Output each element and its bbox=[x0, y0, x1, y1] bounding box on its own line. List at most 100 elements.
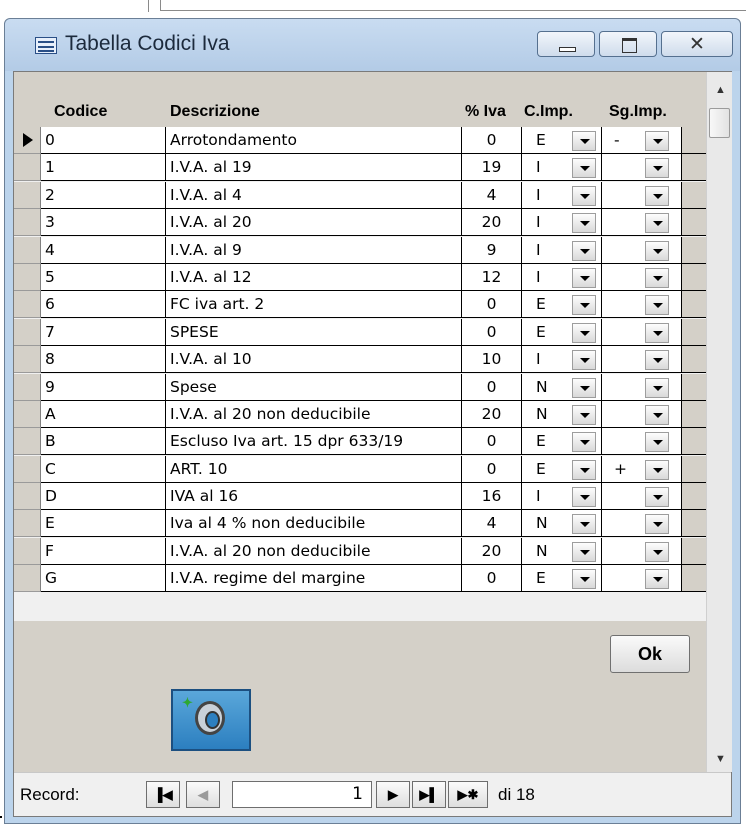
last-record-button[interactable]: ▶▌ bbox=[412, 781, 446, 808]
codice-cell[interactable]: 2 bbox=[41, 181, 166, 209]
iva-cell[interactable]: 10 bbox=[462, 346, 522, 374]
sgimp-combo[interactable] bbox=[602, 373, 682, 401]
ok-button[interactable]: Ok bbox=[610, 635, 690, 673]
dropdown-arrow-icon[interactable] bbox=[572, 404, 596, 425]
cimp-combo[interactable]: E bbox=[522, 455, 602, 483]
first-record-button[interactable]: ▐◀ bbox=[146, 781, 180, 808]
table-row[interactable]: G I.V.A. regime del margine 0 E bbox=[14, 565, 706, 593]
cimp-combo[interactable]: E bbox=[522, 291, 602, 319]
sgimp-combo[interactable] bbox=[602, 400, 682, 428]
codice-cell[interactable]: F bbox=[41, 537, 166, 565]
sgimp-combo[interactable]: + bbox=[602, 455, 682, 483]
dropdown-arrow-icon[interactable] bbox=[572, 213, 596, 234]
record-selector[interactable] bbox=[14, 236, 41, 264]
descrizione-cell[interactable]: I.V.A. regime del margine bbox=[166, 565, 462, 593]
sgimp-combo[interactable] bbox=[602, 154, 682, 182]
record-selector[interactable] bbox=[14, 291, 41, 319]
record-selector[interactable] bbox=[14, 346, 41, 374]
sgimp-combo[interactable] bbox=[602, 483, 682, 511]
codice-cell[interactable]: 0 bbox=[41, 127, 166, 154]
table-row[interactable]: 3 I.V.A. al 20 20 I bbox=[14, 209, 706, 237]
table-row[interactable]: 4 I.V.A. al 99I bbox=[14, 236, 706, 264]
dropdown-arrow-icon[interactable] bbox=[572, 322, 596, 343]
sgimp-combo[interactable] bbox=[602, 565, 682, 593]
dropdown-arrow-icon[interactable] bbox=[645, 131, 669, 151]
descrizione-cell[interactable]: I.V.A. al 12 bbox=[166, 263, 462, 291]
cimp-combo[interactable]: E bbox=[522, 318, 602, 346]
close-button[interactable]: ✕ bbox=[661, 31, 733, 57]
descrizione-cell[interactable]: Escluso Iva art. 15 dpr 633/19 bbox=[166, 428, 462, 456]
cimp-combo[interactable]: E bbox=[522, 565, 602, 593]
sgimp-combo[interactable] bbox=[602, 510, 682, 538]
descrizione-cell[interactable]: SPESE bbox=[166, 318, 462, 346]
iva-cell[interactable]: 0 bbox=[462, 565, 522, 593]
table-row[interactable]: 0 Arrotondamento 0 E - bbox=[14, 127, 706, 154]
sgimp-combo[interactable]: - bbox=[602, 127, 682, 154]
table-row[interactable]: 5 I.V.A. al 12 12 I bbox=[14, 263, 706, 291]
descrizione-cell[interactable]: I.V.A. al 4 bbox=[166, 181, 462, 209]
codice-cell[interactable]: C bbox=[41, 455, 166, 483]
sgimp-combo[interactable] bbox=[602, 428, 682, 456]
iva-cell[interactable]: 4 bbox=[462, 181, 522, 209]
dropdown-arrow-icon[interactable] bbox=[572, 377, 596, 398]
descrizione-cell[interactable]: I.V.A. al 20 bbox=[166, 209, 462, 237]
iva-cell[interactable]: 20 bbox=[462, 209, 522, 237]
dropdown-arrow-icon[interactable] bbox=[645, 158, 669, 179]
table-row[interactable]: 9 Spese 0 N bbox=[14, 373, 706, 401]
dropdown-arrow-icon[interactable] bbox=[645, 541, 669, 562]
current-record-input[interactable]: 1 bbox=[232, 781, 372, 808]
maximize-button[interactable] bbox=[599, 31, 657, 57]
codice-cell[interactable]: E bbox=[41, 510, 166, 538]
descrizione-cell[interactable]: ART. 10 bbox=[166, 455, 462, 483]
dropdown-arrow-icon[interactable] bbox=[645, 487, 669, 508]
table-row[interactable]: F I.V.A. al 20 non deducibile 20 N bbox=[14, 537, 706, 565]
codice-cell[interactable]: A bbox=[41, 400, 166, 428]
dropdown-arrow-icon[interactable] bbox=[572, 459, 596, 480]
sgimp-combo[interactable] bbox=[602, 263, 682, 291]
codice-cell[interactable]: 8 bbox=[41, 346, 166, 374]
table-row[interactable]: E Iva al 4 % non deducibile 4 N bbox=[14, 510, 706, 538]
dropdown-arrow-icon[interactable] bbox=[645, 432, 669, 453]
cimp-combo[interactable]: N bbox=[522, 400, 602, 428]
descrizione-cell[interactable]: FC iva art. 2 bbox=[166, 291, 462, 319]
dropdown-arrow-icon[interactable] bbox=[572, 267, 596, 288]
dropdown-arrow-icon[interactable] bbox=[645, 295, 669, 316]
dropdown-arrow-icon[interactable] bbox=[645, 404, 669, 425]
dropdown-arrow-icon[interactable] bbox=[572, 432, 596, 453]
codice-cell[interactable]: 9 bbox=[41, 373, 166, 401]
sgimp-combo[interactable] bbox=[602, 181, 682, 209]
iva-cell[interactable]: 4 bbox=[462, 510, 522, 538]
iva-cell[interactable]: 0 bbox=[462, 318, 522, 346]
sgimp-combo[interactable] bbox=[602, 209, 682, 237]
minimize-button[interactable] bbox=[537, 31, 595, 57]
descrizione-cell[interactable]: I.V.A. al 20 non deducibile bbox=[166, 537, 462, 565]
codice-cell[interactable]: 1 bbox=[41, 154, 166, 182]
dropdown-arrow-icon[interactable] bbox=[572, 158, 596, 179]
dropdown-arrow-icon[interactable] bbox=[572, 350, 596, 371]
record-selector[interactable] bbox=[14, 428, 41, 456]
iva-cell[interactable]: 20 bbox=[462, 400, 522, 428]
record-selector[interactable] bbox=[14, 263, 41, 291]
record-selector[interactable] bbox=[14, 154, 41, 182]
cimp-combo[interactable]: E bbox=[522, 127, 602, 154]
dropdown-arrow-icon[interactable] bbox=[572, 514, 596, 535]
codice-cell[interactable]: 6 bbox=[41, 291, 166, 319]
record-selector[interactable] bbox=[14, 483, 41, 511]
dropdown-arrow-icon[interactable] bbox=[645, 514, 669, 535]
cimp-combo[interactable]: N bbox=[522, 510, 602, 538]
iva-cell[interactable]: 0 bbox=[462, 373, 522, 401]
sgimp-combo[interactable] bbox=[602, 537, 682, 565]
dropdown-arrow-icon[interactable] bbox=[645, 240, 669, 261]
record-selector[interactable] bbox=[14, 400, 41, 428]
cimp-combo[interactable]: I bbox=[522, 209, 602, 237]
iva-cell[interactable]: 12 bbox=[462, 263, 522, 291]
codice-cell[interactable]: G bbox=[41, 565, 166, 593]
cimp-combo[interactable]: I bbox=[522, 181, 602, 209]
dropdown-arrow-icon[interactable] bbox=[572, 569, 596, 590]
iva-cell[interactable]: 19 bbox=[462, 154, 522, 182]
dropdown-arrow-icon[interactable] bbox=[572, 541, 596, 562]
codice-cell[interactable]: D bbox=[41, 483, 166, 511]
descrizione-cell[interactable]: Spese bbox=[166, 373, 462, 401]
cimp-combo[interactable]: N bbox=[522, 537, 602, 565]
sgimp-combo[interactable] bbox=[602, 236, 682, 264]
